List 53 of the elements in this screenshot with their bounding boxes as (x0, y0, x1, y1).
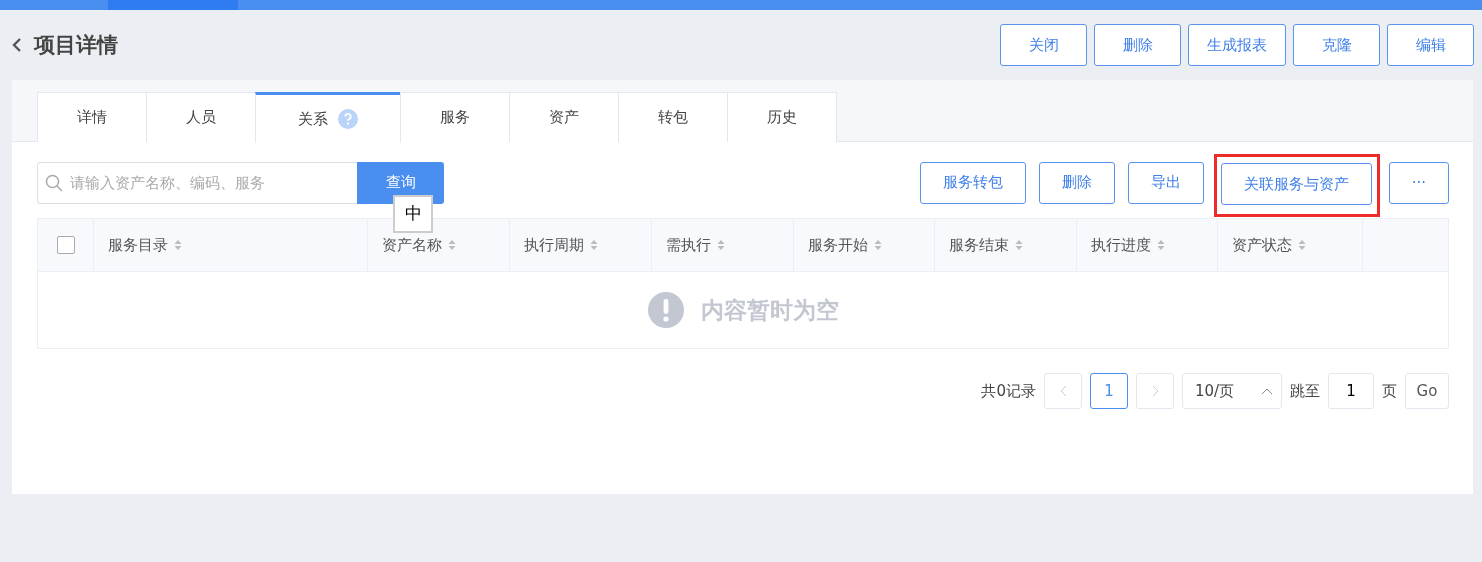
header-button[interactable]: 编辑 (1387, 24, 1474, 66)
tab[interactable]: 资产 (509, 92, 619, 142)
header-button[interactable]: 克隆 (1293, 24, 1380, 66)
jump-label: 跳至 (1290, 381, 1320, 401)
sort-icon[interactable] (1015, 239, 1023, 251)
empty-message: 内容暂时为空 (701, 295, 839, 325)
page-input[interactable]: 1 (1328, 373, 1374, 409)
ime-indicator: 中 (393, 194, 433, 233)
total-count: 共0记录 (981, 381, 1036, 401)
toolbar-button[interactable]: 服务转包 (919, 161, 1026, 204)
sort-icon[interactable] (1298, 239, 1306, 251)
column-header[interactable]: 资产状态 (1232, 235, 1292, 255)
checkbox[interactable] (56, 236, 75, 254)
column-header[interactable]: 资产名称 (382, 235, 442, 255)
tab[interactable]: 服务 (400, 92, 510, 142)
tab[interactable]: 关系 (255, 92, 401, 143)
sort-icon[interactable] (1157, 239, 1165, 251)
page-unit: 页 (1382, 381, 1397, 401)
back-icon[interactable] (12, 37, 22, 53)
toolbar-button[interactable]: 关联服务与资产 (1220, 163, 1372, 205)
warning-icon (647, 291, 685, 329)
tab[interactable]: 人员 (146, 92, 256, 142)
tab[interactable]: 历史 (727, 92, 837, 142)
search-field[interactable]: 请输入资产名称、编码、服务 (37, 161, 357, 204)
next-page-button[interactable] (1136, 373, 1174, 409)
chevron-right-icon (1151, 385, 1159, 397)
search-icon (45, 173, 63, 192)
column-header[interactable]: 执行进度 (1091, 235, 1151, 255)
go-button[interactable]: Go (1405, 373, 1449, 409)
column-header[interactable]: 执行周期 (524, 235, 584, 255)
sort-icon[interactable] (448, 239, 456, 251)
column-header[interactable]: 服务目录 (108, 235, 168, 255)
help-icon[interactable] (338, 109, 358, 129)
toolbar-button[interactable]: 删除 (1038, 161, 1115, 204)
column-header[interactable]: 服务结束 (949, 235, 1009, 255)
sort-icon[interactable] (874, 239, 882, 251)
toolbar-button[interactable]: 导出 (1127, 161, 1204, 204)
tab[interactable]: 详情 (37, 92, 147, 142)
tab[interactable]: 转包 (618, 92, 728, 142)
header-button[interactable]: 生成报表 (1188, 24, 1286, 66)
page-size-select[interactable]: 10/页 (1182, 373, 1282, 409)
header-button[interactable]: 删除 (1094, 24, 1181, 66)
chevron-left-icon (1059, 385, 1067, 397)
page-title: 项目详情 (34, 32, 118, 59)
chevron-up-icon (1261, 387, 1273, 395)
sort-icon[interactable] (717, 239, 725, 251)
toolbar-button[interactable]: ··· (1388, 161, 1449, 204)
prev-page-button[interactable] (1044, 373, 1082, 409)
header-button[interactable]: 关闭 (1000, 24, 1087, 66)
sort-icon[interactable] (590, 239, 598, 251)
sort-icon[interactable] (174, 239, 182, 251)
column-header[interactable]: 服务开始 (808, 235, 868, 255)
column-header[interactable]: 需执行 (666, 235, 711, 255)
